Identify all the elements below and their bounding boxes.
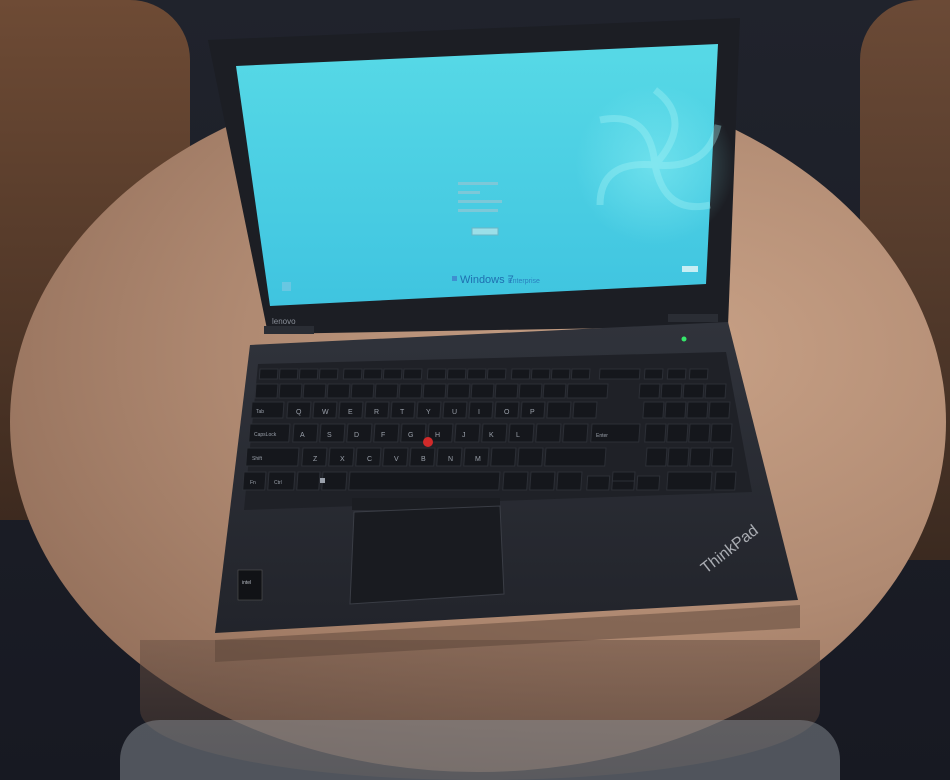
boot-menu-item[interactable] <box>458 200 502 203</box>
boot-menu-item[interactable] <box>458 209 498 212</box>
intel-logo: intel <box>242 580 251 586</box>
windows-edition: Enterprise <box>508 278 540 285</box>
key-z[interactable]: Z <box>313 456 318 463</box>
key-k[interactable]: K <box>489 432 494 439</box>
key-y[interactable]: Y <box>426 409 431 416</box>
key-o[interactable]: O <box>504 409 510 416</box>
boot-button[interactable] <box>471 227 499 236</box>
power-led-icon <box>681 336 687 342</box>
key-a[interactable]: A <box>300 432 305 439</box>
key-capslock[interactable]: CapsLock <box>254 432 277 438</box>
key-f[interactable]: F <box>381 432 385 439</box>
key-d[interactable]: D <box>354 432 359 439</box>
key-i[interactable]: I <box>478 409 480 416</box>
laptop: Windows 7 Enterprise lenovo Q W E R T Y … <box>208 18 800 662</box>
key-enter[interactable]: Enter <box>596 433 608 439</box>
key-shift[interactable]: Shift <box>252 456 263 462</box>
key-ctrl[interactable]: Ctrl <box>274 480 282 486</box>
touchpad[interactable] <box>349 505 505 605</box>
key-e[interactable]: E <box>348 409 353 416</box>
key-w[interactable]: W <box>322 409 329 416</box>
ease-of-access-icon[interactable] <box>282 282 291 291</box>
hinge-left <box>264 326 314 334</box>
key-fn[interactable]: Fn <box>250 480 256 486</box>
windows-logo-icon <box>452 276 457 281</box>
photo-scene: Windows 7 Enterprise lenovo Q W E R T Y … <box>0 0 950 780</box>
key-b[interactable]: B <box>421 456 426 463</box>
windows-title: Windows 7 <box>460 274 514 286</box>
key-j[interactable]: J <box>462 432 466 439</box>
key-p[interactable]: P <box>530 409 535 416</box>
key-v[interactable]: V <box>394 456 399 463</box>
power-button-icon[interactable] <box>682 266 698 272</box>
key-t[interactable]: T <box>400 409 405 416</box>
key-l[interactable]: L <box>516 432 520 439</box>
windows-key-icon[interactable] <box>320 478 325 483</box>
key-c[interactable]: C <box>367 456 372 463</box>
key-tab[interactable]: Tab <box>256 409 264 415</box>
key-s[interactable]: S <box>327 432 332 439</box>
boot-menu-item[interactable] <box>458 191 480 194</box>
key-x[interactable]: X <box>340 456 345 463</box>
trackpoint[interactable] <box>423 437 433 447</box>
key-n[interactable]: N <box>448 456 453 463</box>
key-q[interactable]: Q <box>296 409 302 416</box>
boot-menu-item[interactable] <box>458 182 498 185</box>
key-m[interactable]: M <box>475 456 481 463</box>
key-h[interactable]: H <box>435 432 440 439</box>
key-r[interactable]: R <box>374 409 379 416</box>
key-u[interactable]: U <box>452 409 457 416</box>
key-g[interactable]: G <box>408 432 413 439</box>
lenovo-logo: lenovo <box>272 317 296 326</box>
hinge-right <box>668 314 718 322</box>
